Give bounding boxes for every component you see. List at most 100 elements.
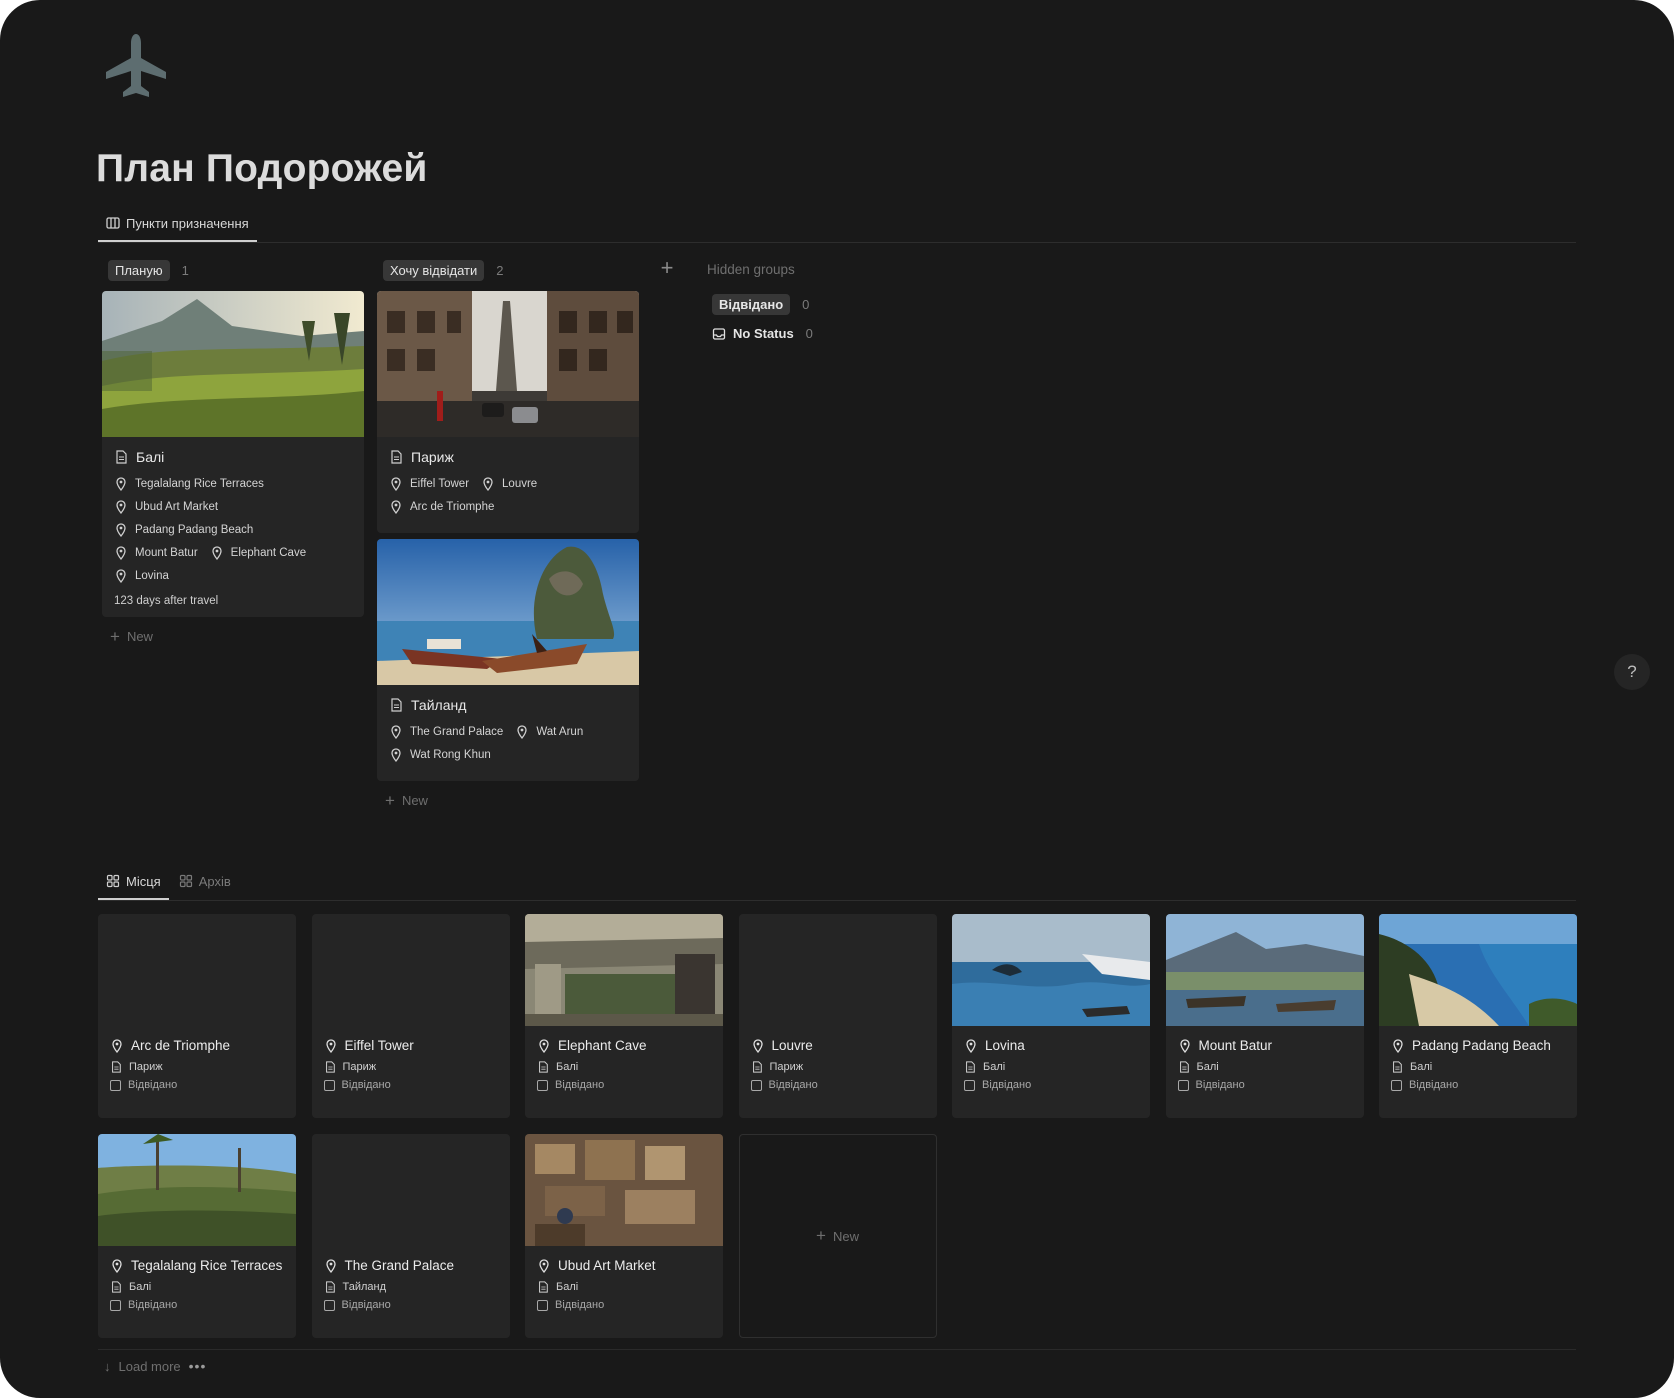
- cover-image: [1165, 914, 1364, 1026]
- destination-link[interactable]: Балі: [1197, 1061, 1219, 1073]
- page-icon: [1393, 1061, 1402, 1073]
- visited-label: Відвідано: [1195, 1079, 1245, 1091]
- board-card-paris[interactable]: Париж Eiffel Tower Louvre Arc de Triomph…: [377, 291, 639, 533]
- help-button[interactable]: ?: [1614, 654, 1650, 690]
- place-name: Mount Batur: [1198, 1038, 1273, 1053]
- destination-link[interactable]: Балі: [556, 1281, 578, 1293]
- divider: [98, 242, 1576, 243]
- tab-archive[interactable]: Архів: [171, 866, 239, 896]
- page-icon: [112, 1281, 121, 1293]
- place-link[interactable]: The Grand Palace: [389, 725, 503, 739]
- location-pin-icon: [212, 546, 222, 560]
- board-view-tabs: Пункти призначення: [98, 208, 257, 242]
- location-pin-icon: [116, 500, 126, 514]
- location-pin-icon: [539, 1258, 549, 1273]
- destination-link[interactable]: Балі: [983, 1061, 1005, 1073]
- load-more-button[interactable]: ↓ Load more •••: [104, 1358, 206, 1374]
- gallery-card-ubud-art-market[interactable]: Ubud Art Market Балі Відвідано: [525, 1134, 723, 1338]
- tab-label: Пункти призначення: [126, 215, 249, 231]
- add-gallery-card-button[interactable]: + New: [738, 1134, 937, 1338]
- visited-checkbox[interactable]: [1391, 1079, 1402, 1091]
- board-card-bali[interactable]: Балі Tegalalang Rice Terraces Ubud Art M…: [102, 291, 364, 617]
- board-card-thailand[interactable]: Тайланд The Grand Palace Wat Arun Wat Ro…: [377, 539, 639, 781]
- visited-checkbox[interactable]: [964, 1079, 975, 1091]
- status-badge: Хочу відвідати: [383, 259, 485, 281]
- hidden-group-visited[interactable]: Відвідано 0: [712, 294, 809, 315]
- place-link[interactable]: Eiffel Tower: [389, 477, 469, 491]
- place-name: Arc de Triomphe: [131, 1038, 231, 1053]
- page-icon: [391, 450, 402, 464]
- add-card-button[interactable]: + New: [102, 621, 364, 651]
- status-badge: Відвідано: [712, 294, 791, 315]
- destination-link[interactable]: Париж: [770, 1061, 804, 1073]
- add-card-button[interactable]: + New: [377, 785, 639, 815]
- visited-checkbox[interactable]: [110, 1079, 121, 1091]
- visited-checkbox[interactable]: [750, 1079, 762, 1091]
- place-link[interactable]: Arc de Triomphe: [389, 500, 494, 514]
- page-title[interactable]: План Подорожей: [96, 147, 428, 191]
- notion-window: План Подорожей Пункти призначення Планую…: [0, 0, 1674, 1398]
- visited-checkbox[interactable]: [537, 1299, 548, 1311]
- gallery-card-padang-padang-beach[interactable]: Padang Padang Beach Балі Відвідано: [1379, 914, 1577, 1118]
- divider: [98, 1349, 1576, 1350]
- destination-link[interactable]: Балі: [1410, 1061, 1432, 1073]
- gallery-card-louvre[interactable]: Louvre Париж Відвідано: [738, 914, 937, 1118]
- destination-link[interactable]: Париж: [343, 1061, 377, 1073]
- card-title: Балі: [114, 449, 352, 465]
- page-icon: [112, 1061, 121, 1073]
- destination-link[interactable]: Париж: [129, 1061, 163, 1073]
- visited-checkbox[interactable]: [323, 1299, 335, 1311]
- visited-checkbox[interactable]: [1177, 1079, 1189, 1091]
- column-header[interactable]: Хочу відвідати 2: [377, 255, 639, 285]
- more-options-icon[interactable]: •••: [189, 1358, 207, 1374]
- hidden-group-no-status[interactable]: No Status 0: [712, 326, 813, 341]
- add-group-button[interactable]: +: [656, 257, 678, 280]
- page-icon: [391, 698, 402, 712]
- board-column-want-to-visit: Хочу відвідати 2 Париж Eiffel Tower Louv…: [377, 255, 639, 815]
- gallery-card-lovina[interactable]: Lovina Балі Відвідано: [952, 914, 1150, 1118]
- place-name: Tegalalang Rice Terraces: [131, 1258, 283, 1273]
- destination-link[interactable]: Балі: [556, 1061, 578, 1073]
- gallery-icon: [106, 874, 120, 888]
- place-link[interactable]: Lovina: [114, 569, 169, 583]
- gallery-card-the-grand-palace[interactable]: The Grand Palace Тайланд Відвідано: [311, 1134, 510, 1338]
- location-pin-icon: [1393, 1038, 1403, 1053]
- location-pin-icon: [112, 1038, 122, 1053]
- location-pin-icon: [966, 1038, 976, 1053]
- column-header[interactable]: Планую 1: [102, 255, 364, 285]
- gallery-card-tegalalang-rice-terraces[interactable]: Tegalalang Rice Terraces Балі Відвідано: [98, 1134, 296, 1338]
- gallery-card-arc-de-triomphe[interactable]: Arc de Triomphe Париж Відвідано: [98, 914, 296, 1118]
- place-link[interactable]: Elephant Cave: [210, 546, 306, 560]
- cover-image: [525, 914, 723, 1026]
- place-name: Elephant Cave: [558, 1038, 647, 1053]
- location-pin-icon: [116, 477, 126, 491]
- location-pin-icon: [391, 477, 401, 491]
- days-after-travel: 123 days after travel: [114, 595, 219, 607]
- visited-label: Відвідано: [1409, 1079, 1459, 1091]
- page-icon: [539, 1281, 548, 1293]
- visited-label: Відвідано: [341, 1079, 391, 1091]
- place-link[interactable]: Tegalalang Rice Terraces: [114, 477, 264, 491]
- visited-label: Відвідано: [128, 1299, 178, 1311]
- place-link[interactable]: Louvre: [481, 477, 537, 491]
- tab-places[interactable]: Місця: [98, 866, 169, 900]
- visited-checkbox[interactable]: [323, 1079, 335, 1091]
- location-pin-icon: [752, 1038, 763, 1053]
- place-link[interactable]: Mount Batur: [114, 546, 198, 560]
- gallery-card-mount-batur[interactable]: Mount Batur Балі Відвідано: [1165, 914, 1364, 1118]
- place-link[interactable]: Wat Arun: [515, 725, 583, 739]
- location-pin-icon: [391, 725, 401, 739]
- place-link[interactable]: Wat Rong Khun: [389, 748, 491, 762]
- cover-image-bali: [102, 291, 364, 437]
- destination-link[interactable]: Тайланд: [343, 1281, 387, 1293]
- destination-link[interactable]: Балі: [129, 1281, 151, 1293]
- place-link[interactable]: Ubud Art Market: [114, 500, 218, 514]
- gallery-card-eiffel-tower[interactable]: Eiffel Tower Париж Відвідано: [311, 914, 510, 1118]
- visited-checkbox[interactable]: [537, 1079, 548, 1091]
- airplane-icon[interactable]: [100, 30, 172, 102]
- place-link[interactable]: Padang Padang Beach: [114, 523, 253, 537]
- location-pin-icon: [1179, 1038, 1190, 1053]
- visited-checkbox[interactable]: [110, 1299, 121, 1311]
- tab-destinations[interactable]: Пункти призначення: [98, 208, 257, 242]
- gallery-card-elephant-cave[interactable]: Elephant Cave Балі Відвідано: [525, 914, 723, 1118]
